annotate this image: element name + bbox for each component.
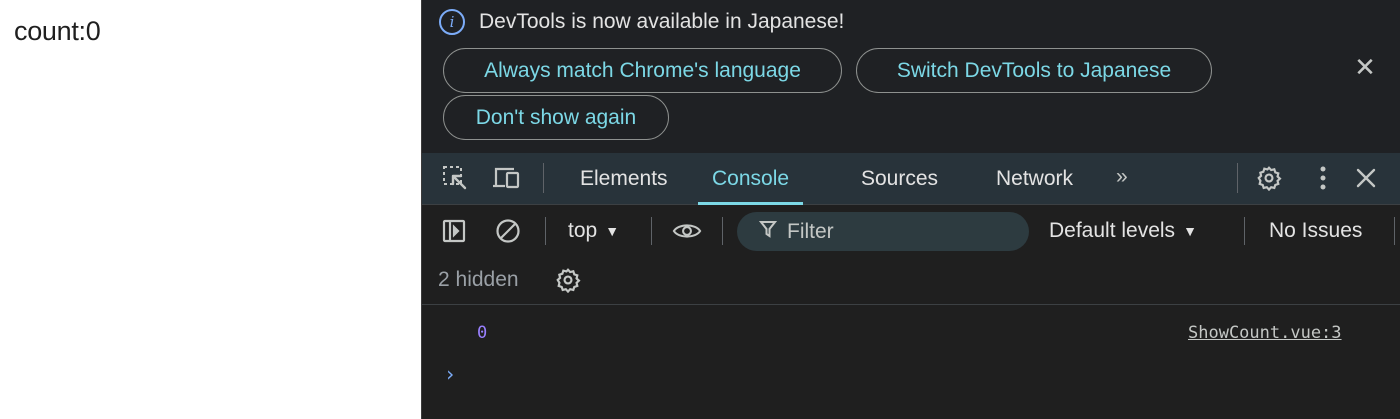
tab-network-label: Network [996,167,1074,190]
inspected-page: count:0 [0,0,421,419]
infobar-message-row: i DevTools is now available in Japanese! [439,8,844,36]
language-infobar: i DevTools is now available in Japanese!… [422,0,1400,153]
kebab-menu-icon[interactable] [1308,163,1338,193]
sidebar-toggle-icon[interactable] [439,216,469,246]
console-settings-gear-icon[interactable] [553,265,583,295]
toolbar-divider [1394,217,1395,245]
count-text: count:0 [14,16,101,46]
dropdown-caret-icon: ▼ [605,223,620,239]
devtools-panel: i DevTools is now available in Japanese!… [421,0,1400,419]
toolbar-divider [722,217,723,245]
console-toolbar: top ▼ Default levels ▼ No Issues [422,205,1400,257]
log-levels-label: Default levels [1049,219,1176,242]
log-value: 0 [477,323,488,343]
toolbar-divider [543,163,544,193]
issues-label: No Issues [1269,219,1363,242]
log-levels-dropdown[interactable]: Default levels ▼ [1049,217,1197,245]
clear-console-icon[interactable] [493,216,523,246]
toolbar-divider [651,217,652,245]
filter-box[interactable] [737,212,1029,251]
filter-icon [758,220,778,243]
console-prompt[interactable]: › [444,362,456,386]
eye-icon[interactable] [672,216,702,246]
context-label: top [568,219,598,242]
hidden-count: 2 hidden [438,268,519,291]
dont-show-again-button[interactable]: Don't show again [443,95,669,140]
more-tabs-icon[interactable]: » [1116,165,1128,189]
toolbar-divider [1244,217,1245,245]
tab-sources[interactable]: Sources [861,153,938,205]
infobar-message: DevTools is now available in Japanese! [479,10,845,33]
tab-sources-label: Sources [861,167,939,190]
issues-counter[interactable]: No Issues [1269,217,1362,245]
dropdown-caret-icon: ▼ [1183,223,1197,239]
inspect-element-icon[interactable] [440,163,470,193]
close-devtools-icon[interactable] [1351,163,1381,193]
info-icon: i [439,9,465,35]
settings-gear-icon[interactable] [1254,163,1284,193]
match-chrome-language-button[interactable]: Always match Chrome's language [443,48,842,93]
console-status-row: 2 hidden [422,257,1400,305]
tab-elements[interactable]: Elements [580,153,668,205]
tab-network[interactable]: Network [996,153,1073,205]
filter-input[interactable] [787,219,1017,244]
source-link[interactable]: ShowCount.vue:3 [1188,323,1342,343]
switch-to-japanese-button[interactable]: Switch DevTools to Japanese [856,48,1212,93]
main-tabbar: Elements Console Sources Network » [422,153,1400,205]
tab-console-label: Console [712,167,790,190]
tab-console[interactable]: Console [698,153,804,205]
toolbar-divider [545,217,546,245]
context-selector[interactable]: top ▼ [568,217,619,245]
toolbar-divider [1237,163,1238,193]
tab-elements-label: Elements [580,167,668,190]
device-toolbar-icon[interactable] [492,163,522,193]
console-messages: 0 ShowCount.vue:3 › [422,306,1400,419]
close-icon[interactable]: ✕ [1350,52,1380,82]
